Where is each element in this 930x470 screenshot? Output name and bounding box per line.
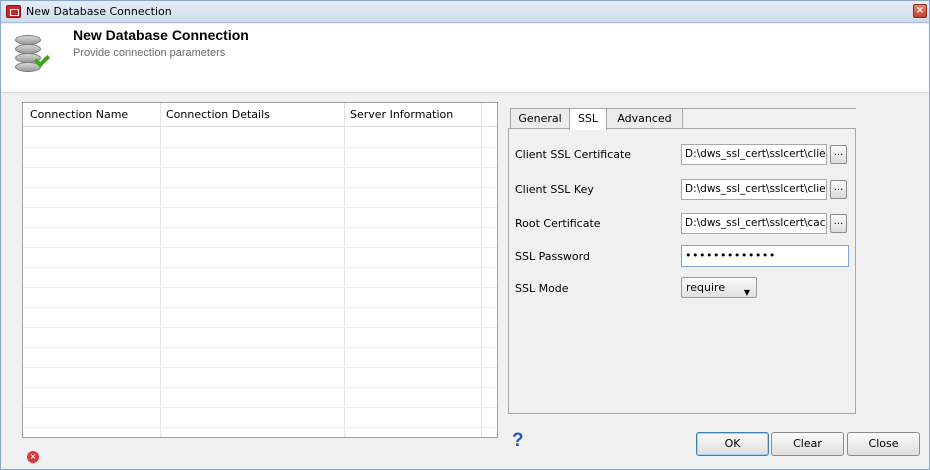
tab-strip-line xyxy=(683,108,856,109)
clear-button[interactable]: Clear xyxy=(771,432,844,456)
ssl-mode-label: SSL Mode xyxy=(515,282,569,295)
table-header: Connection Name Connection Details Serve… xyxy=(23,103,497,127)
column-header-connection-name[interactable]: Connection Name xyxy=(30,108,128,121)
table-row[interactable] xyxy=(23,267,497,268)
table-row[interactable] xyxy=(23,227,497,228)
help-icon[interactable]: ? xyxy=(512,430,524,452)
page-title: New Database Connection xyxy=(73,27,249,43)
table-row[interactable] xyxy=(23,367,497,368)
table-row[interactable] xyxy=(23,287,497,288)
table-row[interactable] xyxy=(23,427,497,428)
close-window-button[interactable]: × xyxy=(913,4,927,18)
column-header-server-information[interactable]: Server Information xyxy=(350,108,453,121)
table-row[interactable] xyxy=(23,307,497,308)
ssl-mode-value: require xyxy=(686,281,726,294)
client-ssl-certificate-browse-button[interactable]: ... xyxy=(830,145,847,164)
error-icon: × xyxy=(27,451,39,463)
window-title: New Database Connection xyxy=(26,5,172,18)
table-row[interactable] xyxy=(23,347,497,348)
table-row[interactable] xyxy=(23,247,497,248)
client-ssl-certificate-field[interactable]: D:\dws_ssl_cert\sslcert\clie xyxy=(681,144,827,165)
tab-advanced[interactable]: Advanced xyxy=(606,108,683,129)
app-icon xyxy=(6,5,21,18)
column-header-connection-details[interactable]: Connection Details xyxy=(166,108,270,121)
client-ssl-key-field[interactable]: D:\dws_ssl_cert\sslcert\clie xyxy=(681,179,827,200)
header-divider xyxy=(1,92,929,93)
chevron-down-icon: ▼ xyxy=(743,288,750,297)
ssl-mode-select[interactable]: require ▼ xyxy=(681,277,757,298)
root-certificate-browse-button[interactable]: ... xyxy=(830,214,847,233)
table-row[interactable] xyxy=(23,407,497,408)
table-row[interactable] xyxy=(23,327,497,328)
tab-ssl[interactable]: SSL xyxy=(569,108,607,130)
client-ssl-key-label: Client SSL Key xyxy=(515,183,594,196)
ok-button[interactable]: OK xyxy=(696,432,769,456)
dialog-window: New Database Connection × New Database C… xyxy=(0,0,930,470)
connections-table[interactable]: Connection Name Connection Details Serve… xyxy=(22,102,498,438)
table-row[interactable] xyxy=(23,387,497,388)
table-row[interactable] xyxy=(23,147,497,148)
root-certificate-field[interactable]: D:\dws_ssl_cert\sslcert\cac xyxy=(681,213,827,234)
root-certificate-label: Root Certificate xyxy=(515,217,601,230)
ssl-password-label: SSL Password xyxy=(515,250,590,263)
close-button[interactable]: Close xyxy=(847,432,920,456)
dialog-header: New Database Connection Provide connecti… xyxy=(1,24,929,92)
title-bar: New Database Connection × xyxy=(1,1,929,23)
ssl-tab-panel: Client SSL Certificate D:\dws_ssl_cert\s… xyxy=(508,128,856,414)
ssl-password-field[interactable]: ••••••••••••• xyxy=(681,245,849,267)
page-subtitle: Provide connection parameters xyxy=(73,47,226,59)
client-ssl-key-browse-button[interactable]: ... xyxy=(830,180,847,199)
client-ssl-certificate-label: Client SSL Certificate xyxy=(515,148,632,161)
database-icon xyxy=(13,33,51,75)
tab-general[interactable]: General xyxy=(510,108,570,129)
table-row[interactable] xyxy=(23,207,497,208)
table-row[interactable] xyxy=(23,167,497,168)
table-row[interactable] xyxy=(23,187,497,188)
